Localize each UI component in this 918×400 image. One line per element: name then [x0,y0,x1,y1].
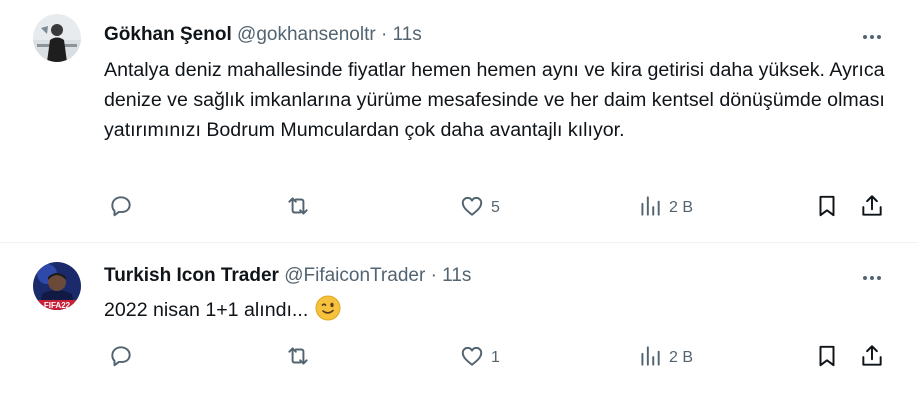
separator: · [430,265,437,286]
views-button[interactable]: 2 B [637,343,693,373]
views-count: 2 B [669,199,694,216]
share-icon [859,193,885,224]
like-count: 5 [491,199,500,216]
avatar[interactable] [33,14,81,62]
retweet-icon [285,343,311,374]
like-button[interactable]: 5 [459,193,500,223]
tweet-text: 2022 nisan 1+1 alındı... [104,299,309,321]
tweet-text-container: 2022 nisan 1+1 alındı... [104,294,894,325]
action-bar: 5 2 B [104,193,894,223]
avatar[interactable]: FIFA22 [33,262,81,310]
action-bar: 1 2 B [104,343,894,373]
reply-icon [108,343,134,374]
separator: · [380,24,388,45]
share-button[interactable] [859,343,885,373]
reply-button[interactable] [108,343,134,373]
bookmark-button[interactable] [814,343,840,373]
retweet-button[interactable] [285,343,311,373]
author-handle[interactable]: @FifaiconTrader [284,265,425,286]
tweet-text: Antalya deniz mahallesinde fiyatlar heme… [104,59,885,141]
more-icon[interactable] [860,266,884,290]
bookmark-button[interactable] [814,193,840,223]
views-button[interactable]: 2 B [637,193,693,223]
reply-icon [108,193,134,224]
views-count: 2 B [669,349,694,366]
tweet[interactable]: FIFA22 Turkish Icon Trader @FifaiconTrad… [0,243,918,400]
author-name[interactable]: Turkish Icon Trader [104,265,279,286]
like-count: 1 [491,349,500,366]
views-icon [637,193,663,224]
reply-button[interactable] [108,193,134,223]
timestamp[interactable]: 11s [393,24,422,45]
like-button[interactable]: 1 [459,343,500,373]
author-handle[interactable]: @gokhansenoltr [237,24,376,45]
avatar-badge-text: FIFA22 [44,301,71,310]
retweet-icon [285,193,311,224]
share-icon [859,343,885,374]
winking-face-emoji [314,294,342,322]
bookmark-icon [814,343,840,374]
share-button[interactable] [859,193,885,223]
bookmark-icon [814,193,840,224]
more-icon[interactable] [860,25,884,49]
like-icon [459,193,485,224]
author-name[interactable]: Gökhan Şenol [104,24,232,45]
tweet[interactable]: Gökhan Şenol @gokhansenoltr · 11s Antaly… [0,0,918,243]
retweet-button[interactable] [285,193,311,223]
timestamp[interactable]: 11s [442,265,471,286]
tweet-header: Gökhan Şenol @gokhansenoltr · 11s [104,22,422,48]
like-icon [459,343,485,374]
views-icon [637,343,663,374]
tweet-header: Turkish Icon Trader @FifaiconTrader · 11… [104,263,471,289]
